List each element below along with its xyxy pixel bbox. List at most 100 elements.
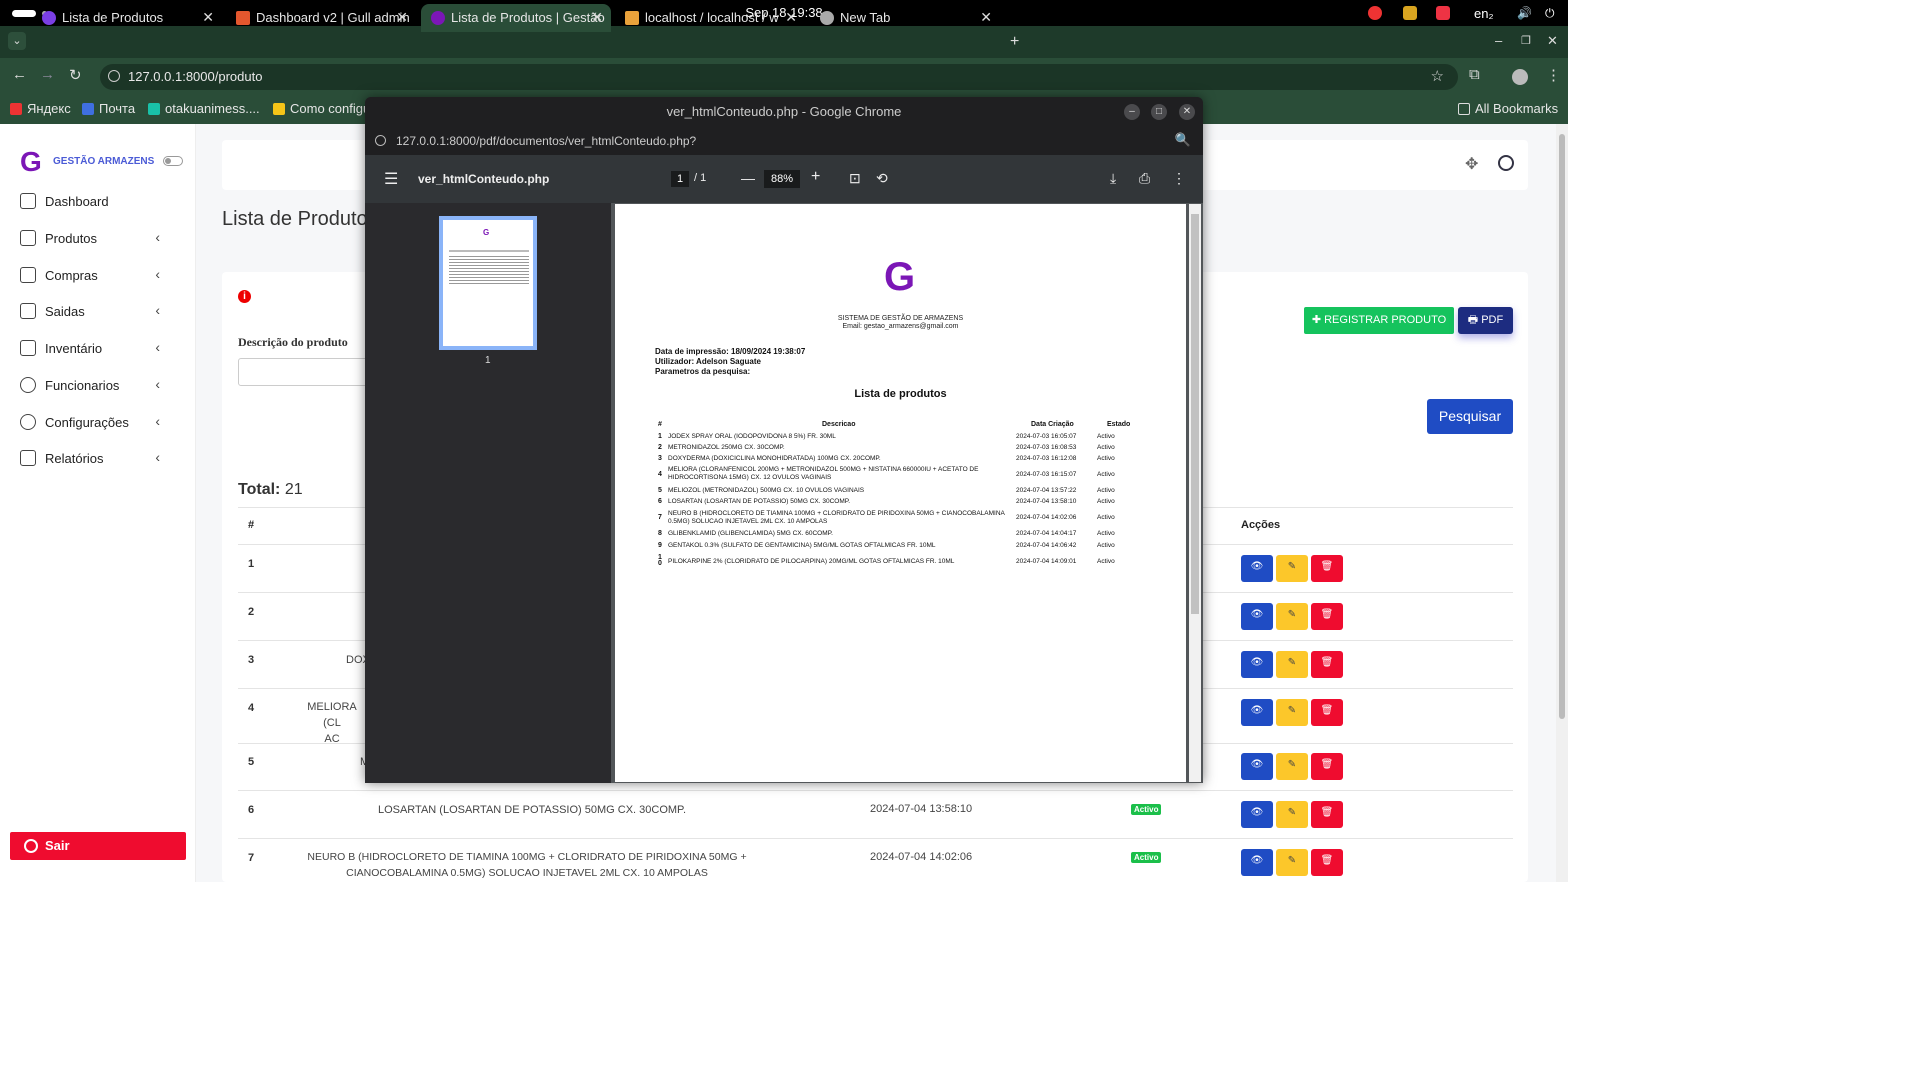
- edit-button[interactable]: ✎: [1276, 849, 1308, 876]
- user-avatar-icon[interactable]: [1498, 155, 1514, 171]
- sidebar-item-configuracoes[interactable]: Configurações ‹: [20, 413, 190, 434]
- delete-button[interactable]: 🗑: [1311, 849, 1343, 876]
- new-tab-plus-icon[interactable]: +: [1010, 33, 1019, 51]
- pdf-scrollbar[interactable]: [1189, 204, 1201, 782]
- view-button[interactable]: 👁: [1241, 603, 1273, 630]
- pdf-button[interactable]: 🖶 PDF: [1458, 307, 1513, 334]
- pdf-scrollbar-thumb[interactable]: [1191, 214, 1199, 614]
- eye-icon: 👁: [1250, 561, 1264, 572]
- site-info-icon[interactable]: [108, 70, 120, 82]
- view-button[interactable]: 👁: [1241, 651, 1273, 678]
- popup-address-bar[interactable]: 127.0.0.1:8000/pdf/documentos/ver_htmlCo…: [365, 127, 1203, 155]
- edit-button[interactable]: ✎: [1276, 651, 1308, 678]
- zoom-magnifier-icon[interactable]: 🔍: [1175, 132, 1191, 148]
- brand-logo[interactable]: G: [20, 146, 42, 178]
- site-info-icon[interactable]: [375, 135, 386, 146]
- edit-button[interactable]: ✎: [1276, 555, 1308, 582]
- bookmark-item[interactable]: otakuanimess....: [148, 101, 260, 116]
- tab-close-icon[interactable]: ✕: [980, 9, 992, 26]
- tab-search-chevron-icon[interactable]: ⌄: [8, 32, 26, 50]
- zoom-out-icon[interactable]: —: [741, 170, 755, 186]
- zoom-in-icon[interactable]: +: [811, 168, 820, 186]
- bookmark-item[interactable]: Почта: [82, 101, 135, 116]
- view-button[interactable]: 👁: [1241, 555, 1273, 582]
- delete-button[interactable]: 🗑: [1311, 753, 1343, 780]
- download-icon[interactable]: ⤓: [1110, 170, 1116, 187]
- logout-button[interactable]: Sair: [10, 832, 186, 860]
- window-close-icon[interactable]: ✕: [1547, 33, 1558, 49]
- register-product-button[interactable]: ✚ REGISTRAR PRODUTO: [1304, 307, 1454, 334]
- bookmark-item[interactable]: Яндекс: [10, 101, 71, 116]
- pdf-file-name: ver_htmlConteudo.php: [418, 172, 550, 186]
- edit-button[interactable]: ✎: [1276, 801, 1308, 828]
- browser-tab-active[interactable]: Lista de Produtos | Gestão ✕: [421, 4, 611, 32]
- tab-close-icon[interactable]: ✕: [396, 9, 408, 26]
- info-icon: i: [238, 290, 251, 303]
- address-bar[interactable]: 127.0.0.1:8000/produto ☆: [100, 64, 1458, 90]
- fit-page-icon[interactable]: ⊡: [849, 170, 861, 187]
- browser-tab[interactable]: New Tab ✕: [810, 4, 1000, 32]
- bookmark-item[interactable]: Como configu: [273, 101, 370, 116]
- popup-minimize-icon[interactable]: –: [1124, 104, 1140, 120]
- description-input[interactable]: [238, 358, 378, 386]
- delete-button[interactable]: 🗑: [1311, 801, 1343, 828]
- view-button[interactable]: 👁: [1241, 699, 1273, 726]
- window-restore-icon[interactable]: ❐: [1521, 34, 1531, 47]
- extensions-puzzle-icon[interactable]: ⧉: [1469, 66, 1480, 83]
- sidebar-item-compras[interactable]: Compras ‹: [20, 266, 190, 287]
- tray-stop-icon[interactable]: [1368, 6, 1382, 20]
- fullscreen-icon[interactable]: ✥: [1465, 154, 1478, 174]
- edit-button[interactable]: ✎: [1276, 699, 1308, 726]
- sidebar-item-inventario[interactable]: Inventário ‹: [20, 339, 190, 360]
- reload-icon[interactable]: ↻: [69, 66, 82, 84]
- tray-anydesk-icon[interactable]: [1436, 6, 1450, 20]
- pdf-page-thumbnail[interactable]: G: [439, 216, 537, 350]
- view-button[interactable]: 👁: [1241, 801, 1273, 828]
- tab-close-icon[interactable]: ✕: [591, 9, 603, 26]
- page-scrollbar-thumb[interactable]: [1559, 134, 1565, 719]
- tab-title: localhost / localhost / w: [645, 10, 779, 25]
- sidebar-item-dashboard[interactable]: Dashboard: [20, 193, 190, 213]
- pdf-sidebar-menu-icon[interactable]: ☰: [384, 169, 398, 189]
- pdf-more-icon[interactable]: ⋮: [1172, 170, 1186, 187]
- volume-icon[interactable]: 🔊: [1517, 6, 1532, 20]
- pdf-zoom-input[interactable]: 88%: [764, 170, 800, 188]
- pdf-page-input[interactable]: 1: [671, 171, 689, 187]
- popup-maximize-icon[interactable]: □: [1151, 104, 1167, 120]
- tray-app-icon[interactable]: [1403, 6, 1417, 20]
- pdf-header-desc: Descricao: [822, 421, 856, 428]
- delete-button[interactable]: 🗑: [1311, 555, 1343, 582]
- tab-close-icon[interactable]: ✕: [202, 9, 214, 26]
- bookmark-star-icon[interactable]: ☆: [1431, 67, 1444, 85]
- delete-button[interactable]: 🗑: [1311, 699, 1343, 726]
- popup-close-icon[interactable]: ✕: [1179, 104, 1195, 120]
- sidebar-item-relatorios[interactable]: Relatórios ‹: [20, 449, 190, 470]
- page-scrollbar[interactable]: [1556, 124, 1568, 882]
- delete-button[interactable]: 🗑: [1311, 651, 1343, 678]
- tab-close-icon[interactable]: ✕: [785, 9, 797, 26]
- power-icon[interactable]: ⏻: [1545, 6, 1559, 20]
- profile-avatar-icon[interactable]: [1512, 69, 1528, 85]
- keyboard-language-indicator[interactable]: en₂: [1474, 6, 1494, 21]
- sidebar-item-saidas[interactable]: Saidas ‹: [20, 302, 190, 323]
- browser-tab[interactable]: Lista de Produtos ✕: [32, 4, 222, 32]
- window-minimize-icon[interactable]: –: [1495, 33, 1502, 48]
- browser-tab[interactable]: localhost / localhost / w ✕: [615, 4, 805, 32]
- search-button[interactable]: Pesquisar: [1427, 399, 1513, 434]
- delete-button[interactable]: 🗑: [1311, 603, 1343, 630]
- print-icon[interactable]: ⎙: [1139, 170, 1150, 187]
- view-button[interactable]: 👁: [1241, 849, 1273, 876]
- back-arrow-icon[interactable]: ←: [12, 66, 27, 83]
- sidebar-item-produtos[interactable]: Produtos ‹: [20, 229, 190, 250]
- edit-button[interactable]: ✎: [1276, 603, 1308, 630]
- browser-tab[interactable]: Dashboard v2 | Gull admin ✕: [226, 4, 416, 32]
- browser-menu-icon[interactable]: ⋮: [1546, 66, 1561, 84]
- sidebar-toggle[interactable]: [163, 156, 183, 166]
- all-bookmarks[interactable]: All Bookmarks: [1458, 101, 1558, 116]
- rotate-icon[interactable]: ⟲: [876, 170, 888, 187]
- edit-button[interactable]: ✎: [1276, 753, 1308, 780]
- otaku-icon: [148, 103, 160, 115]
- view-button[interactable]: 👁: [1241, 753, 1273, 780]
- sidebar-item-funcionarios[interactable]: Funcionarios ‹: [20, 376, 190, 397]
- forward-arrow-icon[interactable]: →: [40, 66, 55, 83]
